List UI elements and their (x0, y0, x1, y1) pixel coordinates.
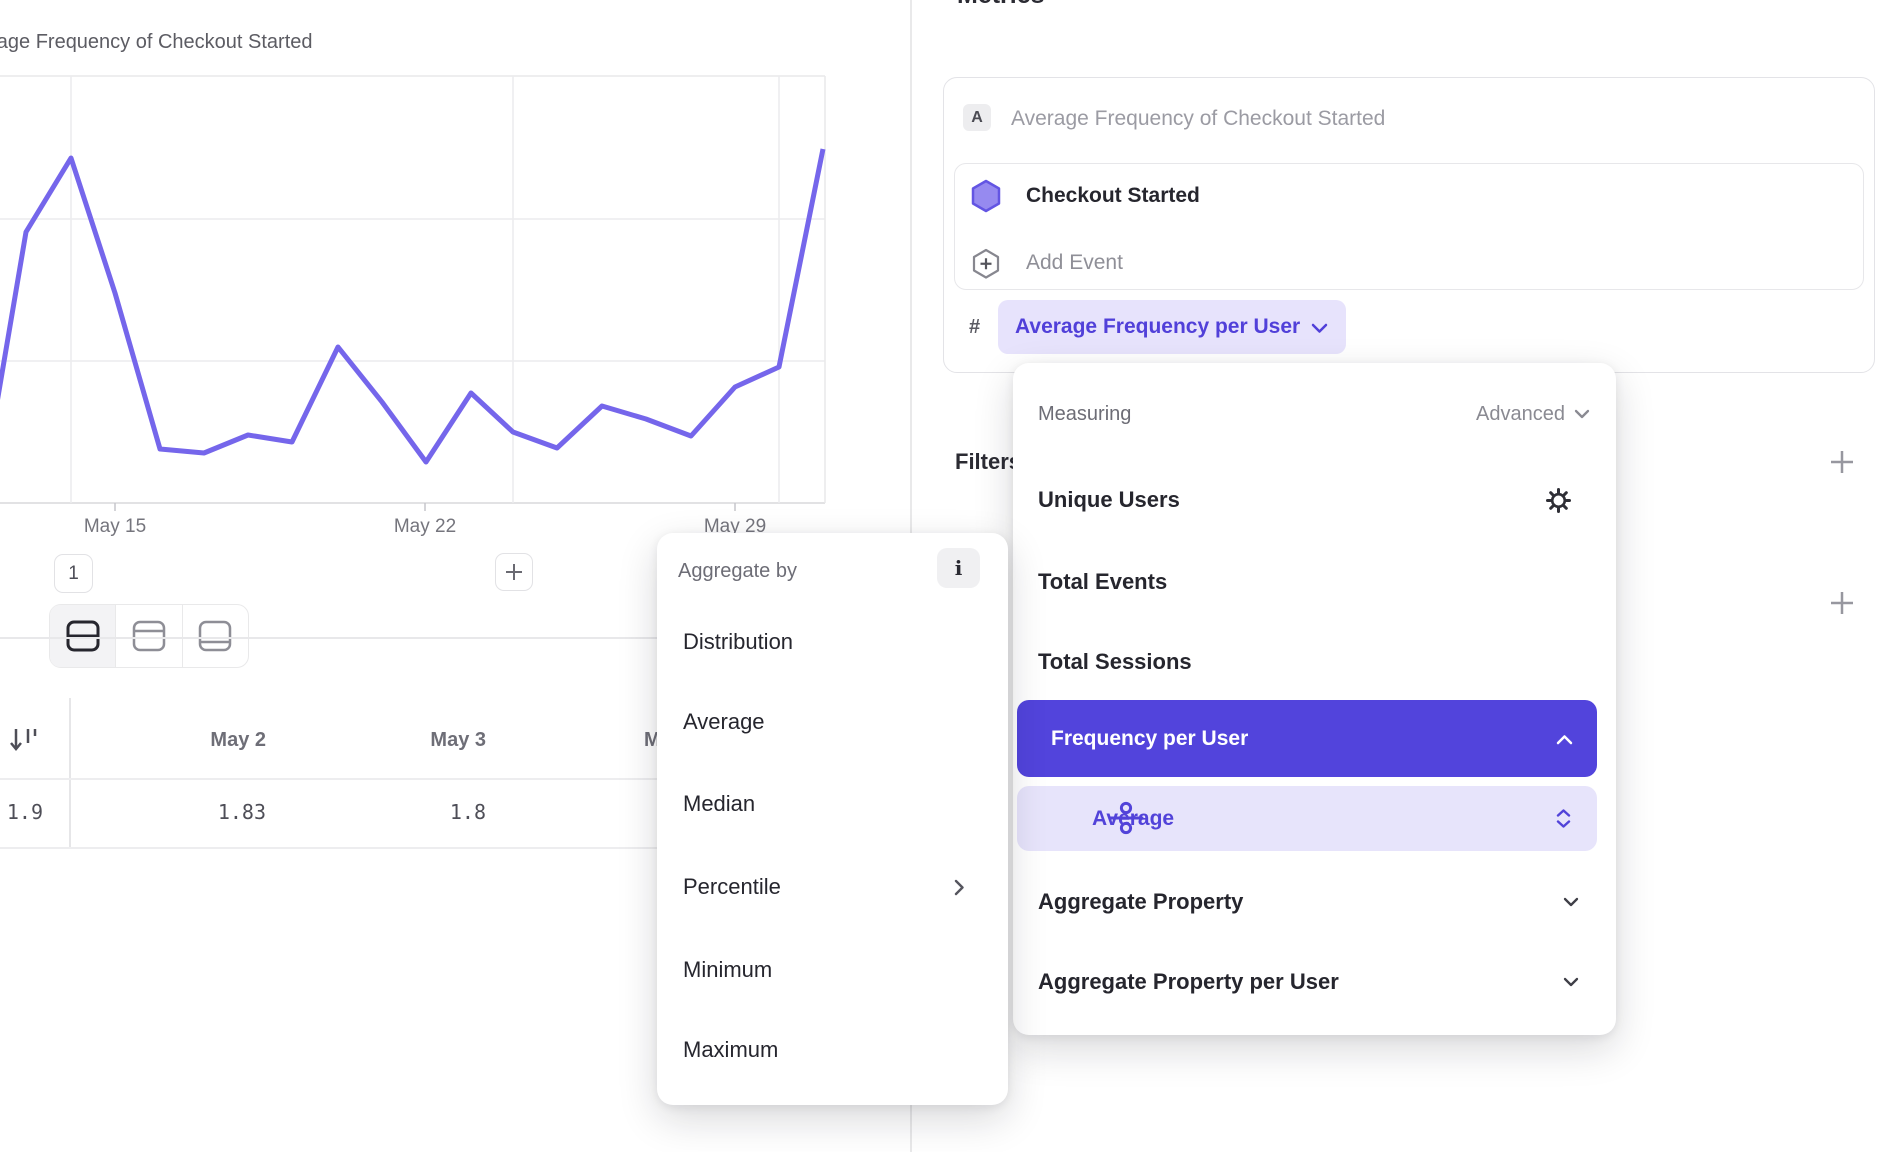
measure-pill-label: Average Frequency per User (1015, 315, 1300, 339)
metric-name-input[interactable]: Average Frequency of Checkout Started (1011, 106, 1385, 131)
menu-item-total-sessions[interactable]: Total Sessions (1013, 646, 1616, 678)
menu-item-total-events[interactable]: Total Events (1013, 566, 1616, 598)
layout-table-only-button[interactable] (182, 605, 248, 667)
series-count-badge[interactable]: 1 (54, 554, 93, 593)
menu-item-aggregate-property-per-user[interactable]: Aggregate Property per User (1013, 966, 1616, 998)
chart-line (0, 149, 823, 491)
menu-item-minimum[interactable]: Minimum (657, 954, 1008, 986)
table-header-cell[interactable]: May 2 (116, 727, 266, 753)
menu-item-frequency-per-user[interactable]: Frequency per User (1017, 700, 1597, 777)
info-icon[interactable]: i (937, 548, 980, 588)
chevron-down-icon (1563, 897, 1579, 907)
layout-split-button[interactable] (50, 605, 115, 667)
menu-item-aggregate-property[interactable]: Aggregate Property (1013, 886, 1616, 918)
add-event-button[interactable]: Add Event (1026, 248, 1123, 277)
line-chart (0, 0, 840, 560)
chevron-down-icon (1574, 409, 1590, 419)
measuring-heading: Measuring (1038, 402, 1131, 426)
advanced-label: Advanced (1476, 403, 1565, 426)
divide-icon (1108, 801, 1144, 835)
menu-item-distribution[interactable]: Distribution (657, 626, 1008, 658)
menu-item-unique-users[interactable]: Unique Users (1013, 484, 1616, 516)
menu-item-median[interactable]: Median (657, 788, 1008, 820)
table-header-border (0, 778, 762, 780)
add-event-hexagon-icon (972, 248, 1000, 279)
chevron-down-icon (1311, 323, 1328, 334)
advanced-toggle[interactable]: Advanced (1476, 402, 1590, 426)
table-row-border (0, 847, 762, 849)
menu-subitem-average[interactable]: Average (1017, 786, 1597, 851)
event-row[interactable]: Checkout Started (1026, 180, 1200, 212)
chevron-right-icon (954, 879, 965, 896)
table-cell: 1.83 (116, 799, 266, 825)
plus-icon (504, 562, 524, 582)
measure-dropdown-pill[interactable]: Average Frequency per User (998, 300, 1346, 354)
filters-heading: Filters (955, 449, 1021, 475)
menu-item-average[interactable]: Average (657, 706, 1008, 738)
x-tick-label: May 15 (55, 516, 175, 538)
event-group: Checkout Started Add Event (954, 163, 1864, 290)
chevron-down-icon (1563, 977, 1579, 987)
x-tick-label: May 22 (365, 516, 485, 538)
app-root: Average Frequency of Checkout Started Ma… (0, 0, 1898, 1152)
event-hexagon-icon (971, 179, 1001, 213)
aggregate-by-heading: Aggregate by (678, 559, 797, 583)
add-item-button[interactable] (1827, 588, 1857, 618)
metric-label-badge: A (963, 104, 991, 131)
bottom-panel-icon (197, 619, 233, 653)
sort-icon[interactable] (8, 725, 38, 755)
plus-icon (1829, 449, 1855, 475)
layout-toggle-group (49, 604, 249, 668)
table-header-cell[interactable]: May 3 (336, 727, 486, 753)
add-filter-button[interactable] (1827, 447, 1857, 477)
selected-item-label: Frequency per User (1051, 727, 1248, 751)
split-rows-icon (65, 619, 101, 653)
measuring-menu: Measuring Advanced Unique Users Total Ev… (1013, 363, 1616, 1035)
table-cell: 1.8 (336, 799, 486, 825)
table-cell: 1.9 (0, 799, 43, 825)
chevron-up-icon (1556, 734, 1573, 745)
add-series-button[interactable] (495, 553, 533, 591)
plus-icon (1829, 590, 1855, 616)
metric-card: A Average Frequency of Checkout Started … (943, 77, 1875, 373)
metrics-heading: Metrics (957, 0, 1045, 10)
layout-chart-only-button[interactable] (115, 605, 181, 667)
hash-label: # (969, 314, 980, 340)
menu-item-maximum[interactable]: Maximum (657, 1034, 1008, 1066)
gear-icon[interactable] (1545, 487, 1572, 514)
aggregate-by-menu: Aggregate by i Distribution Average Medi… (657, 533, 1008, 1105)
top-panel-icon (131, 619, 167, 653)
select-arrows-icon (1556, 809, 1571, 828)
table-column-separator (69, 698, 71, 848)
